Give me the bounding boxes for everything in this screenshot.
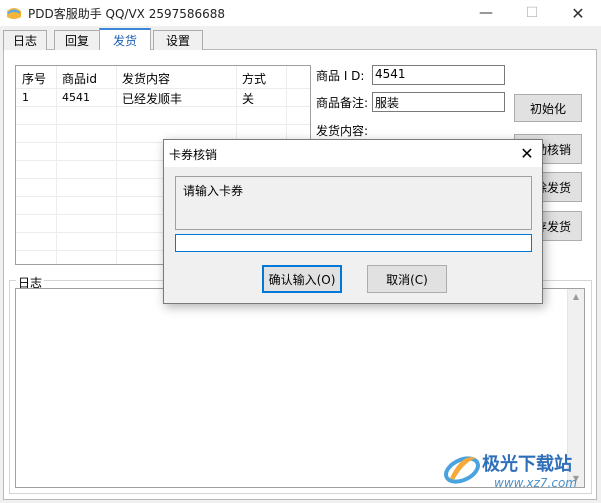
- watermark: 极光下载站 www.xz7.com: [442, 446, 594, 498]
- dialog-message: 请输入卡券: [183, 184, 244, 198]
- row-index[interactable]: 1: [22, 91, 29, 104]
- column-header-product-id[interactable]: 商品id: [62, 70, 97, 87]
- app-icon: [7, 8, 21, 19]
- coupon-verify-dialog: 卡券核销 ✕ 请输入卡券 确认输入(O) 取消(C): [163, 139, 543, 304]
- row-content[interactable]: 已经发顺丰: [122, 90, 182, 107]
- window-title: PDD客服助手 QQ/VX 2597586688: [28, 7, 226, 21]
- column-divider: [56, 66, 57, 264]
- coupon-input[interactable]: [175, 234, 532, 252]
- confirm-button[interactable]: 确认输入(O): [262, 265, 342, 293]
- tab-reply[interactable]: 回复: [54, 30, 100, 50]
- watermark-url: www.xz7.com: [494, 476, 577, 490]
- column-header-index[interactable]: 序号: [22, 70, 46, 87]
- product-id-input[interactable]: 4541: [372, 65, 505, 85]
- dialog-title-bar: 卡券核销 ✕: [164, 140, 542, 167]
- initialize-button[interactable]: 初始化: [514, 94, 582, 122]
- column-header-content[interactable]: 发货内容: [122, 70, 170, 87]
- title-bar: PDD客服助手 QQ/VX 2597586688 — ☐ ✕: [0, 0, 601, 26]
- scroll-up-icon[interactable]: ▲: [571, 292, 581, 302]
- minimize-button[interactable]: —: [463, 0, 509, 26]
- column-header-mode[interactable]: 方式: [242, 70, 266, 87]
- cancel-button[interactable]: 取消(C): [367, 265, 447, 293]
- maximize-button[interactable]: ☐: [509, 0, 555, 26]
- row-divider: [16, 124, 310, 125]
- column-divider: [116, 66, 117, 264]
- tab-log[interactable]: 日志: [3, 30, 47, 50]
- row-product-id[interactable]: 4541: [62, 91, 90, 104]
- dialog-message-box: 请输入卡券: [175, 176, 532, 230]
- row-divider: [16, 88, 310, 89]
- product-note-input[interactable]: 服装: [372, 92, 505, 112]
- watermark-text: 极光下载站: [482, 454, 572, 475]
- watermark-logo-icon: [444, 456, 480, 484]
- dialog-close-button[interactable]: ✕: [512, 140, 542, 167]
- product-id-label: 商品 I D:: [316, 69, 365, 83]
- row-mode[interactable]: 关: [242, 90, 254, 107]
- product-note-label: 商品备注:: [316, 96, 369, 110]
- tab-shipping[interactable]: 发货: [99, 28, 151, 50]
- close-button[interactable]: ✕: [555, 0, 601, 26]
- shipping-content-label: 发货内容:: [316, 124, 369, 138]
- tab-settings[interactable]: 设置: [153, 30, 203, 50]
- dialog-title: 卡券核销: [169, 148, 218, 162]
